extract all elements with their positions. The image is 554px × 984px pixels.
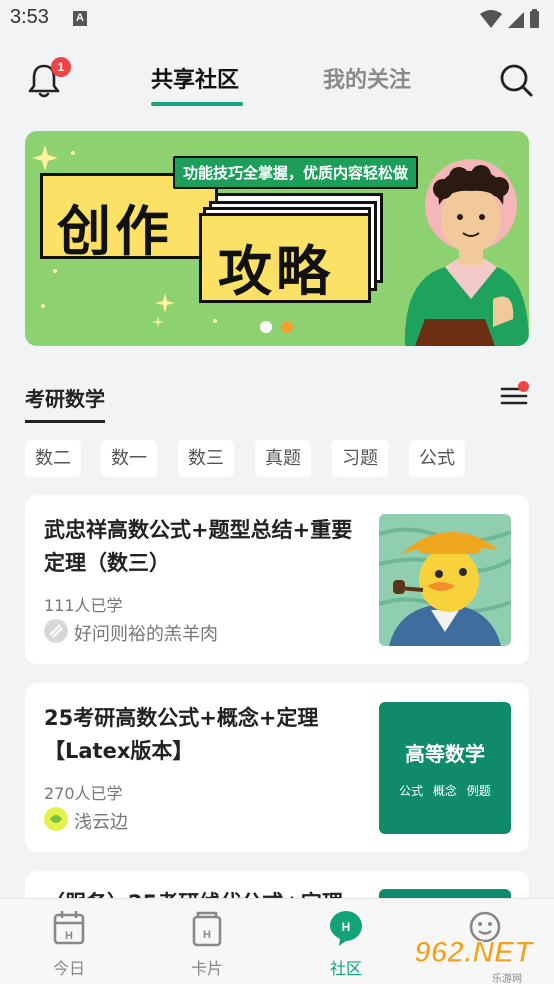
banner-title-line1: 创作 — [57, 200, 173, 263]
watermark-logo: 962.NET 乐游网 — [413, 936, 550, 984]
status-time: 3:53 — [10, 6, 49, 28]
nav-item-cards[interactable]: H 卡片 — [162, 899, 252, 984]
banner-dot[interactable] — [281, 321, 293, 333]
filter-chip[interactable]: 真题 — [255, 440, 311, 477]
notification-app-icon: A — [73, 11, 87, 26]
nav-item-today[interactable]: H 今日 — [24, 899, 114, 984]
card-stack-icon: H — [192, 911, 222, 947]
content-card[interactable]: 武忠祥高数公式+题型总结+重要定理（数三） 111人已学 好问则裕的羔羊肉 — [25, 495, 529, 664]
watermark-subtext: 乐游网 — [492, 974, 522, 984]
active-tab-indicator — [151, 102, 243, 106]
filter-chip[interactable]: 数二 — [25, 440, 81, 477]
card-learned-count: 111人已学 — [44, 596, 123, 615]
duck-painting-image — [379, 514, 511, 646]
banner-dot-active[interactable] — [260, 321, 272, 333]
tab-my-follows[interactable]: 我的关注 — [323, 62, 411, 94]
card-author-name: 好问则裕的羔羊肉 — [74, 624, 218, 645]
nav-label-community: 社区 — [329, 959, 362, 978]
card-title: 武忠祥高数公式+题型总结+重要定理（数三） — [44, 518, 353, 575]
search-icon[interactable] — [498, 62, 534, 98]
svg-text:H: H — [65, 930, 73, 942]
tab-shared-community[interactable]: 共享社区 — [151, 62, 239, 94]
menu-badge-dot — [518, 381, 529, 392]
calendar-icon: H — [53, 911, 85, 945]
status-bar: 3:53 A — [0, 0, 554, 40]
banner-tagline: 功能技巧全掌握，优质内容轻松做 — [173, 156, 419, 189]
notification-badge: 1 — [51, 57, 71, 77]
nav-item-community[interactable]: H 社区 — [301, 899, 391, 984]
section-title[interactable]: 考研数学 — [25, 383, 105, 412]
nav-label-cards: 卡片 — [190, 959, 223, 978]
svg-text:H: H — [203, 929, 211, 941]
content-card[interactable]: 25考研高数公式+概念+定理【Latex版本】 270人已学 浅云边 高等数学 … — [25, 683, 529, 852]
section-title-underline — [25, 420, 105, 423]
author-avatar — [44, 807, 68, 831]
card-thumbnail: 高等数学 公式 概念 例题 — [379, 702, 511, 834]
card-author-name: 浅云边 — [74, 812, 128, 833]
thumbnail-title: 高等数学 — [405, 742, 485, 766]
nav-label-today: 今日 — [52, 959, 85, 978]
filter-chip[interactable]: 数三 — [178, 440, 234, 477]
wifi-signal-battery-icon — [480, 9, 539, 28]
card-title: 25考研高数公式+概念+定理【Latex版本】 — [44, 706, 319, 763]
thumbnail-subtitle: 公式 概念 例题 — [399, 784, 491, 798]
filter-chip[interactable]: 公式 — [409, 440, 465, 477]
card-learned-count: 270人已学 — [44, 784, 123, 803]
promo-banner[interactable]: 创作 攻略 功能技巧全掌握，优质内容轻松做 — [25, 131, 529, 346]
filter-chip[interactable]: 习题 — [332, 440, 388, 477]
top-bar: 1 共享社区 我的关注 — [0, 40, 554, 120]
card-thumbnail — [379, 514, 511, 646]
banner-person-illustration — [404, 159, 529, 346]
community-icon: H — [330, 911, 362, 946]
banner-title-line2: 攻略 — [218, 240, 334, 303]
watermark-text: 962.NET — [413, 936, 533, 970]
author-avatar — [44, 619, 68, 643]
filter-chip[interactable]: 数一 — [101, 440, 157, 477]
status-icons — [478, 8, 542, 36]
svg-text:H: H — [342, 920, 351, 934]
